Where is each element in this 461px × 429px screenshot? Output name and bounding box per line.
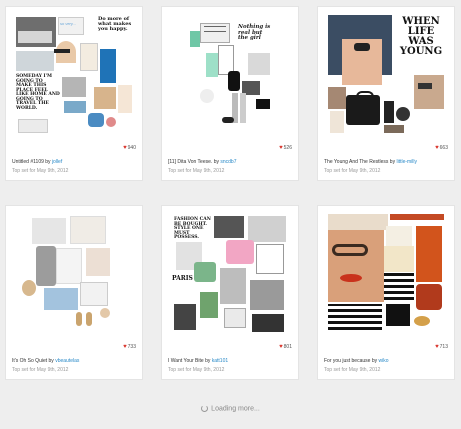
quote-text-2: PARIS: [172, 275, 193, 282]
heart-icon[interactable]: ♥: [279, 344, 283, 350]
quote-text-2: SOMEDAY I'M GOING TO MAKE THIS PLACE FEE…: [16, 74, 60, 111]
likes-count[interactable]: ♥663: [435, 145, 448, 151]
sets-grid: so very... Do more of what makes you hap…: [0, 0, 461, 429]
quote-text: Nothing is real but the girl: [238, 24, 271, 41]
set-card[interactable]: WHEN LIFE WAS YOUNG ♥663 The Young And T…: [317, 6, 455, 181]
set-subtitle: Top set for May 9th, 2012: [168, 367, 225, 373]
author-link[interactable]: wiko: [378, 358, 388, 364]
set-subtitle: Top set for May 9th, 2012: [12, 168, 69, 174]
set-card[interactable]: so very... Do more of what makes you hap…: [5, 6, 143, 181]
set-card[interactable]: FASHION CAN BE BOUGHT. STYLE ONE MUST PO…: [161, 205, 299, 380]
likes-count[interactable]: ♥526: [279, 145, 292, 151]
set-title: [11] Dita Von Teese. by sncdb7: [168, 159, 237, 165]
likes-count[interactable]: ♥713: [435, 344, 448, 350]
set-image[interactable]: [14, 212, 134, 338]
set-title: For you just because by wiko: [324, 358, 389, 364]
likes-count[interactable]: ♥940: [123, 145, 136, 151]
set-card[interactable]: Nothing is real but the girl ♥526 [11] D…: [161, 6, 299, 181]
quote-text: Do more of what makes you happy.: [98, 16, 132, 32]
likes-count[interactable]: ♥733: [123, 344, 136, 350]
likes-count[interactable]: ♥801: [279, 344, 292, 350]
author-link[interactable]: sncdb7: [220, 159, 236, 165]
set-title: It's Oh So Quiet by vbeautelas: [12, 358, 80, 364]
spinner-icon: [201, 405, 209, 412]
set-subtitle: Top set for May 9th, 2012: [12, 367, 69, 373]
loading-text: Loading more...: [211, 405, 260, 413]
set-card[interactable]: ♥713 For you just because by wiko Top se…: [317, 205, 455, 380]
author-link[interactable]: katt101: [212, 358, 228, 364]
set-image[interactable]: Nothing is real but the girl: [170, 13, 290, 139]
author-link[interactable]: vbeautelas: [55, 358, 79, 364]
set-subtitle: Top set for May 9th, 2012: [324, 168, 381, 174]
set-image[interactable]: [326, 212, 446, 338]
set-card[interactable]: ♥733 It's Oh So Quiet by vbeautelas Top …: [5, 205, 143, 380]
set-image[interactable]: FASHION CAN BE BOUGHT. STYLE ONE MUST PO…: [170, 212, 290, 338]
loading-indicator: Loading more...: [0, 405, 461, 412]
heart-icon[interactable]: ♥: [123, 344, 127, 350]
quote-text: FASHION CAN BE BOUGHT. STYLE ONE MUST PO…: [174, 217, 211, 240]
heart-icon[interactable]: ♥: [435, 344, 439, 350]
set-subtitle: Top set for May 9th, 2012: [168, 168, 225, 174]
set-image[interactable]: so very... Do more of what makes you hap…: [14, 13, 134, 139]
set-title: The Young And The Restless by little-mil…: [324, 159, 418, 165]
set-subtitle: Top set for May 9th, 2012: [324, 367, 381, 373]
quote-text: WHEN LIFE WAS YOUNG: [399, 16, 443, 57]
heart-icon[interactable]: ♥: [123, 145, 127, 151]
author-link[interactable]: jollef: [52, 159, 62, 165]
set-image[interactable]: WHEN LIFE WAS YOUNG: [326, 13, 446, 139]
heart-icon[interactable]: ♥: [279, 145, 283, 151]
set-title: Untitled #1109 by jollef: [12, 159, 63, 165]
author-link[interactable]: little-milly: [396, 159, 417, 165]
heart-icon[interactable]: ♥: [435, 145, 439, 151]
set-title: I Want Your Bite by katt101: [168, 358, 229, 364]
